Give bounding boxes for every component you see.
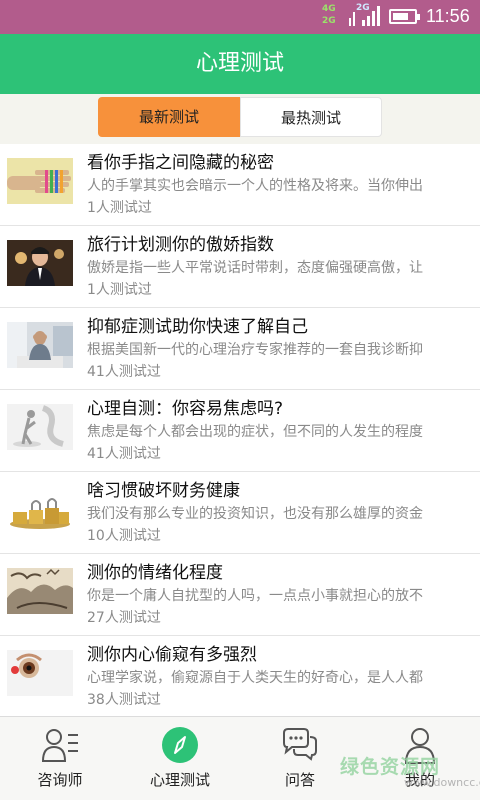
test-count: 1人测试过 [87, 200, 152, 216]
test-description: 根据美国新一代的心理治疗专家推荐的一套自我诊断抑 [87, 342, 423, 358]
anxious-figure-image [7, 404, 73, 450]
test-count: 27人测试过 [87, 610, 161, 626]
test-count: 10人测试过 [87, 528, 161, 544]
watermark-text: 绿色资源网 [340, 756, 441, 778]
test-title: 旅行计划测你的傲娇指数 [87, 235, 274, 255]
test-title: 抑郁症测试助你快速了解自己 [87, 317, 308, 337]
test-title: 看你手指之间隐藏的秘密 [87, 153, 274, 173]
test-list: 看你手指之间隐藏的秘密 人的手掌其实也会暗示一个人的性格及将来。当你伸出 1人测… [0, 144, 480, 718]
watermark-url: www.downcc.com [404, 776, 480, 789]
nav-psych-test[interactable]: 心理测试 [120, 717, 240, 800]
test-count: 41人测试过 [87, 446, 161, 462]
test-title: 啥习惯破坏财务健康 [87, 481, 240, 501]
test-count: 1人测试过 [87, 282, 152, 298]
peeping-eye-image [7, 650, 73, 696]
fingers-image [7, 158, 73, 204]
list-item[interactable]: 心理自测：你容易焦虑吗? 焦虑是每个人都会出现的症状，但不同的人发生的程度 41… [0, 390, 480, 472]
page-title: 心理测试 [0, 34, 480, 94]
nav-label: 咨询师 [37, 771, 83, 789]
test-description: 焦虑是每个人都会出现的症状，但不同的人发生的程度 [87, 424, 423, 440]
nav-counselor[interactable]: 咨询师 [0, 717, 120, 800]
signal-strength-icon [362, 6, 380, 26]
clock-time: 11:56 [426, 6, 470, 26]
tab-newest[interactable]: 最新测试 [98, 97, 240, 137]
test-description: 心理学家说，偷窥源自于人类天生的好奇心，是人人都 [87, 670, 423, 686]
network-indicator: 4G 2G [322, 3, 350, 31]
locked-coins-image [7, 486, 73, 532]
list-item[interactable]: 测你的情绪化程度 你是一个庸人自扰型的人吗，一点点小事就担心的放不 27人测试过 [0, 554, 480, 636]
list-item[interactable]: 旅行计划测你的傲娇指数 傲娇是指一些人平常说话时带刺，态度偏强硬高傲，让 1人测… [0, 226, 480, 308]
chat-bubbles-icon [283, 728, 317, 761]
list-item[interactable]: 抑郁症测试助你快速了解自己 根据美国新一代的心理治疗专家推荐的一套自我诊断抑 4… [0, 308, 480, 390]
list-item[interactable]: 测你内心偷窥有多强烈 心理学家说，偷窥源自于人类天生的好奇心，是人人都 38人测… [0, 636, 480, 718]
ink-painting-image [7, 568, 73, 614]
test-description: 傲娇是指一些人平常说话时带刺，态度偏强硬高傲，让 [87, 260, 423, 276]
test-description: 人的手掌其实也会暗示一个人的性格及将来。当你伸出 [87, 178, 423, 194]
test-title: 测你内心偷窥有多强烈 [87, 645, 257, 665]
nav-label: 心理测试 [149, 771, 210, 789]
sad-person-image [7, 322, 73, 368]
test-title: 心理自测：你容易焦虑吗? [87, 399, 284, 419]
network-2g-label: 2G [322, 16, 336, 26]
test-description: 你是一个庸人自扰型的人吗，一点点小事就担心的放不 [87, 588, 423, 604]
tab-bar: 最新测试 最热测试 [0, 94, 480, 144]
tab-hottest[interactable]: 最热测试 [240, 97, 382, 137]
test-title: 测你的情绪化程度 [87, 563, 223, 583]
test-description: 我们没有那么专业的投资知识，也没有那么雄厚的资金 [87, 506, 423, 522]
list-item[interactable]: 啥习惯破坏财务健康 我们没有那么专业的投资知识，也没有那么雄厚的资金 10人测试… [0, 472, 480, 554]
list-item[interactable]: 看你手指之间隐藏的秘密 人的手掌其实也会暗示一个人的性格及将来。当你伸出 1人测… [0, 144, 480, 226]
battery-icon [389, 9, 420, 24]
network-4g-label: 4G [322, 4, 336, 14]
compass-icon [162, 727, 198, 763]
counselor-icon [41, 729, 78, 762]
test-count: 38人测试过 [87, 692, 161, 708]
battery-level [393, 13, 408, 20]
man-portrait-image [7, 240, 73, 286]
test-count: 41人测试过 [87, 364, 161, 380]
status-bar: 4G 2G 2G 11:56 [0, 0, 480, 34]
